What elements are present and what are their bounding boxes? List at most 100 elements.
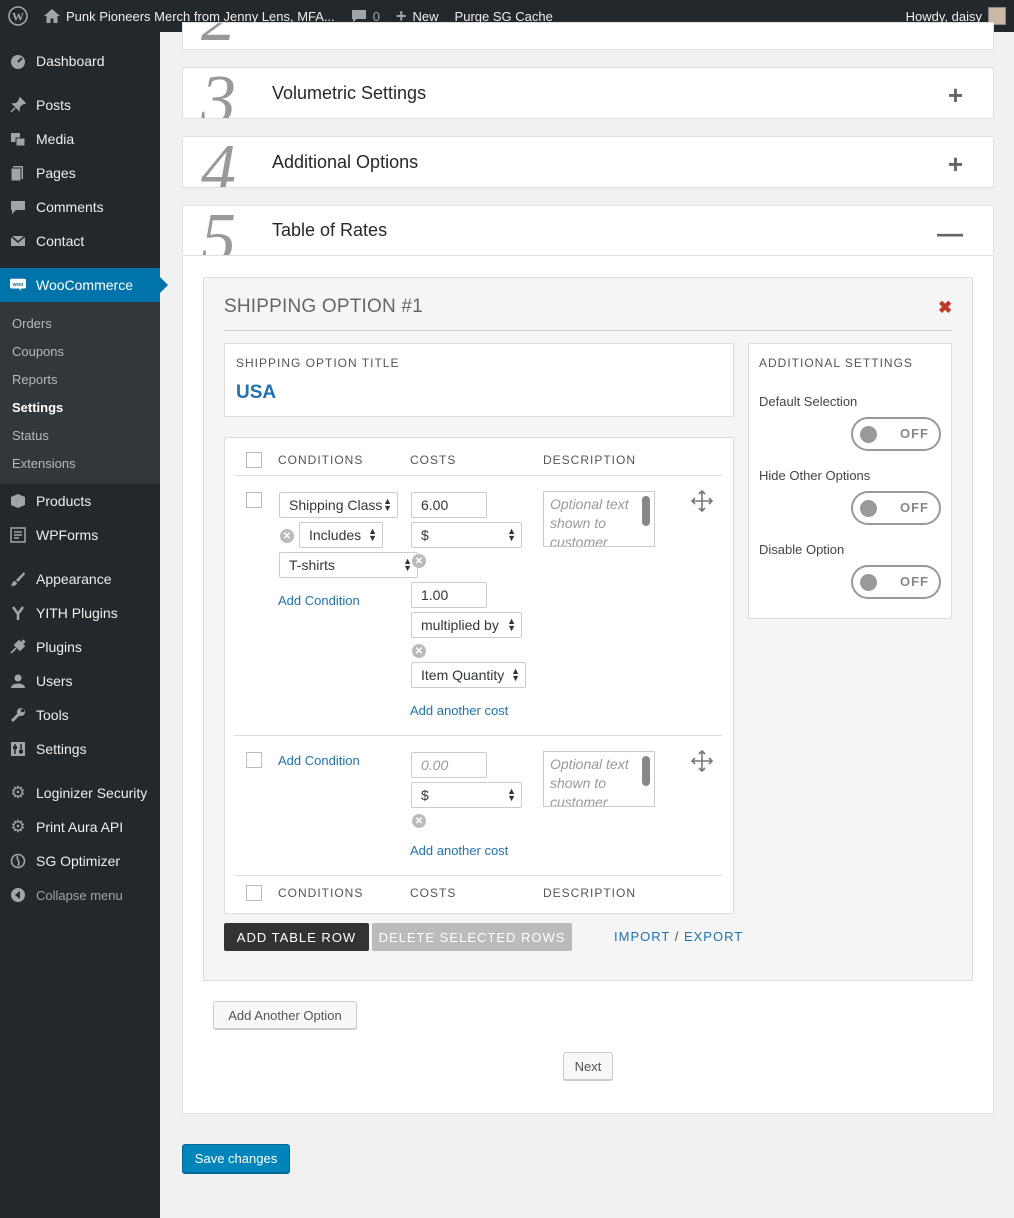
add-table-row-button[interactable]: ADD TABLE ROW (224, 923, 369, 951)
description-placeholder: Optional text shown to customer (550, 756, 629, 807)
expand-plus-icon[interactable]: + (948, 82, 963, 108)
sidebar-item-settings[interactable]: Settings (0, 732, 160, 766)
scrollbar[interactable] (642, 756, 650, 786)
sidebar-item-tools[interactable]: Tools (0, 698, 160, 732)
sidebar-label-appearance: Appearance (36, 571, 112, 587)
add-another-cost-link[interactable]: Add another cost (410, 843, 508, 858)
cost-amount-input[interactable]: 1.00 (411, 582, 487, 608)
cost-amount-input[interactable]: 0.00 (411, 752, 487, 778)
shipping-option-title-value[interactable]: USA (236, 382, 276, 404)
cost-operator-select[interactable]: multiplied by ▲ ▼ (411, 612, 522, 638)
sg-optimizer-icon (10, 853, 26, 869)
sidebar-item-pages[interactable]: Pages (0, 156, 160, 190)
row-1-checkbox[interactable] (246, 492, 262, 508)
column-footer-conditions: CONDITIONS (278, 886, 364, 900)
hide-other-options-toggle[interactable]: OFF (851, 491, 941, 525)
disable-option-toggle[interactable]: OFF (851, 565, 941, 599)
add-another-cost-link[interactable]: Add another cost (410, 703, 508, 718)
section-volumetric-settings[interactable]: 3 Volumetric Settings + (182, 67, 994, 119)
submenu-item-status[interactable]: Status (0, 421, 160, 449)
scrollbar[interactable] (642, 496, 650, 526)
next-button[interactable]: Next (563, 1052, 613, 1080)
cost-basis-select[interactable]: Item Quantity ▲ ▼ (411, 662, 526, 688)
default-selection-toggle[interactable]: OFF (851, 417, 941, 451)
paintbrush-icon (10, 571, 26, 587)
sidebar-item-printaura[interactable]: ⚙ Print Aura API (0, 810, 160, 844)
move-row-icon[interactable] (691, 750, 713, 772)
sidebar-item-wpforms[interactable]: WPForms (0, 518, 160, 552)
condition-value: T-shirts (289, 557, 335, 573)
remove-option-close-icon[interactable]: ✖ (938, 298, 952, 318)
sidebar-item-products[interactable]: Products (0, 484, 160, 518)
remove-cost-icon[interactable]: ✕ (412, 554, 426, 568)
select-arrows-icon: ▲ ▼ (507, 786, 516, 803)
add-condition-link[interactable]: Add Condition (278, 753, 360, 768)
select-all-checkbox[interactable] (246, 452, 262, 468)
row-2-checkbox[interactable] (246, 752, 262, 768)
pages-icon (10, 165, 26, 181)
cost-unit-select[interactable]: $ ▲ ▼ (411, 522, 522, 548)
cost-unit-select[interactable]: $ ▲ ▼ (411, 782, 522, 808)
condition-value-select[interactable]: T-shirts ▲ ▼ (279, 552, 418, 578)
sidebar-item-sgoptimizer[interactable]: SG Optimizer (0, 844, 160, 878)
submenu-item-settings[interactable]: Settings (0, 393, 160, 421)
remove-condition-icon[interactable]: ✕ (280, 529, 294, 543)
description-textarea[interactable]: Optional text shown to customer (543, 751, 655, 807)
add-another-option-button[interactable]: Add Another Option (213, 1001, 357, 1029)
submenu-item-extensions[interactable]: Extensions (0, 449, 160, 477)
sidebar-item-appearance[interactable]: Appearance (0, 562, 160, 596)
wrench-icon (10, 707, 26, 723)
gear-icon: ⚙ (10, 783, 26, 802)
collapse-arrow-icon (10, 887, 26, 903)
step-number-4: 4 (201, 137, 236, 187)
sidebar-label-tools: Tools (36, 707, 69, 723)
submenu-item-coupons[interactable]: Coupons (0, 337, 160, 365)
hide-other-options-label: Hide Other Options (759, 468, 871, 483)
column-header-costs: COSTS (410, 453, 457, 467)
sidebar-label-posts: Posts (36, 97, 72, 113)
disable-option-label: Disable Option (759, 542, 845, 557)
remove-cost-icon[interactable]: ✕ (412, 644, 426, 658)
step-number-3: 3 (201, 68, 236, 118)
sidebar-item-loginizer[interactable]: ⚙ Loginizer Security (0, 776, 160, 810)
sidebar-item-dashboard[interactable]: Dashboard (0, 44, 160, 78)
condition-type-select[interactable]: Shipping Class ▲ ▼ (279, 492, 398, 518)
description-textarea[interactable]: Optional text shown to customer (543, 491, 655, 547)
save-changes-button[interactable]: Save changes (182, 1144, 290, 1173)
cost-amount-input[interactable]: 6.00 (411, 492, 487, 518)
import-link[interactable]: IMPORT (614, 929, 670, 944)
add-condition-link[interactable]: Add Condition (278, 593, 360, 608)
move-row-icon[interactable] (691, 490, 713, 512)
section-2-panel[interactable]: 2 (182, 22, 994, 51)
sidebar-item-comments[interactable]: Comments (0, 190, 160, 224)
additional-settings-heading: ADDITIONAL SETTINGS (759, 356, 913, 370)
sidebar-label-media: Media (36, 131, 75, 147)
export-link[interactable]: EXPORT (684, 929, 743, 944)
submenu-item-reports[interactable]: Reports (0, 365, 160, 393)
woocommerce-icon: woo (10, 277, 26, 293)
sidebar-item-posts[interactable]: Posts (0, 88, 160, 122)
section-5-header[interactable]: 5 Table of Rates — (183, 206, 993, 256)
collapse-menu-button[interactable]: Collapse menu (0, 878, 160, 912)
section-title-table-of-rates: Table of Rates (272, 220, 388, 240)
sidebar-item-plugins[interactable]: Plugins (0, 630, 160, 664)
collapse-minus-icon[interactable]: — (937, 220, 963, 246)
delete-selected-rows-button[interactable]: DELETE SELECTED ROWS (372, 923, 572, 951)
pushpin-icon (10, 97, 26, 113)
section-additional-options[interactable]: 4 Additional Options + (182, 136, 994, 188)
sidebar-item-media[interactable]: Media (0, 122, 160, 156)
sidebar-item-yith[interactable]: YITH Plugins (0, 596, 160, 630)
expand-plus-icon[interactable]: + (948, 151, 963, 177)
remove-cost-icon[interactable]: ✕ (412, 814, 426, 828)
description-placeholder: Optional text shown to customer (550, 496, 629, 547)
sidebar-item-contact[interactable]: Contact (0, 224, 160, 258)
sidebar-item-woocommerce[interactable]: woo WooCommerce (0, 268, 168, 302)
select-all-checkbox-footer[interactable] (246, 885, 262, 901)
sidebar-item-users[interactable]: Users (0, 664, 160, 698)
sidebar-label-users: Users (36, 673, 73, 689)
wordpress-logo-icon[interactable]: W (0, 0, 36, 32)
submenu-item-orders[interactable]: Orders (0, 309, 160, 337)
condition-operator-select[interactable]: Includes ▲ ▼ (299, 522, 383, 548)
shipping-option-title-box[interactable]: SHIPPING OPTION TITLE USA (224, 343, 734, 417)
divider (234, 875, 722, 876)
